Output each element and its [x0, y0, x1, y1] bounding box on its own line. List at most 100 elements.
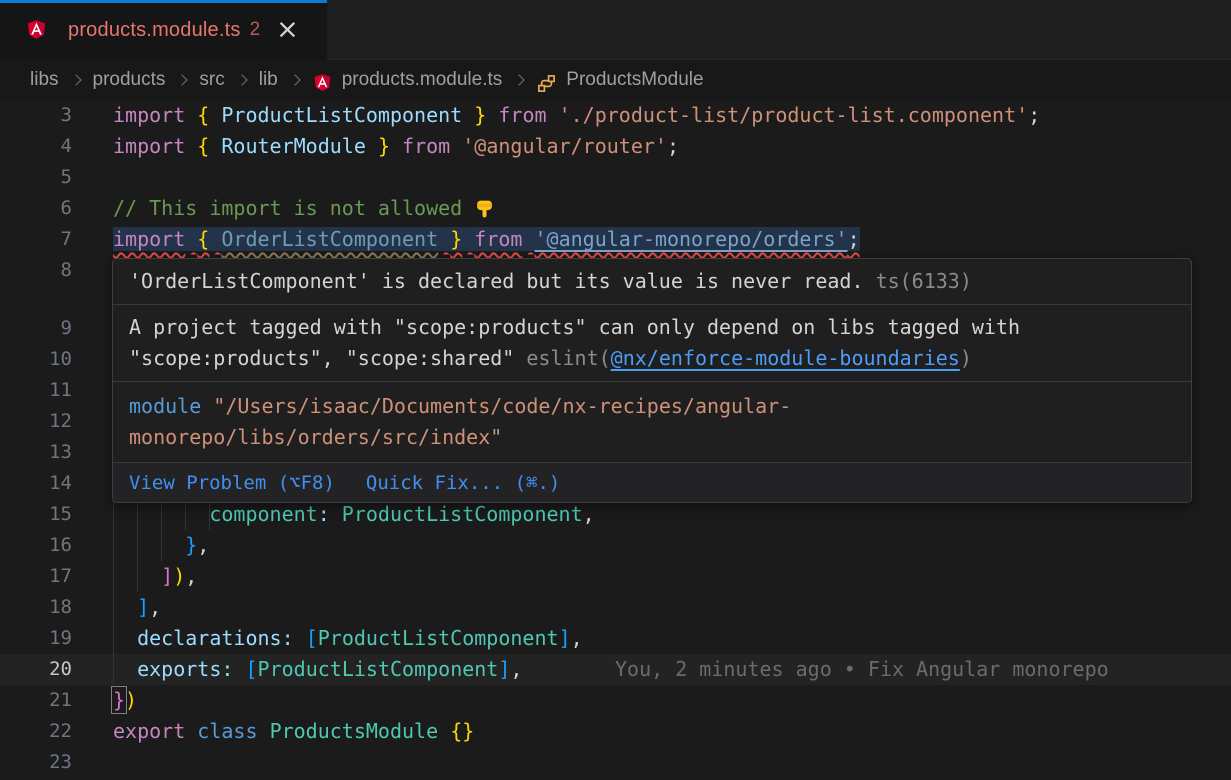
code-token: ,: [149, 595, 161, 619]
code-line-23[interactable]: 23: [0, 747, 1231, 778]
view-problem-link[interactable]: View Problem (⌥F8): [129, 472, 335, 494]
code-token: ]: [498, 657, 510, 681]
code-token: import: [113, 103, 185, 127]
code-token: './product-list/product-list.component': [559, 103, 1029, 127]
code-token: [233, 657, 245, 681]
line-number: 3: [0, 100, 72, 131]
angular-icon: [312, 73, 333, 94]
code-line-20[interactable]: 20 exports: [ProductListComponent],You, …: [0, 654, 1231, 685]
code-line-18[interactable]: 18 ],: [0, 592, 1231, 623]
code-token: [486, 103, 498, 127]
line-number: 21: [0, 685, 72, 716]
code-editor: 3 import { ProductListComponent } from '.…: [0, 100, 1231, 780]
tab-title: products.module.ts: [68, 19, 241, 42]
code-line-4[interactable]: 4import { RouterModule } from '@angular/…: [0, 131, 1231, 162]
tab-products-module[interactable]: products.module.ts 2 ×: [0, 0, 327, 60]
active-tab-indicator: [0, 0, 327, 3]
indent-guide: [137, 499, 138, 530]
hover-text: ): [960, 346, 972, 370]
indent-guide: [113, 499, 114, 530]
line-number: 9: [0, 313, 72, 344]
code-token: RouterModule: [221, 134, 366, 158]
module-link-text[interactable]: '@angular-monorepo/orders': [535, 227, 848, 251]
code-token: [462, 227, 474, 251]
breadcrumb-item-lib[interactable]: lib: [259, 69, 278, 91]
line-number: 19: [0, 623, 72, 654]
line-number: 20: [0, 654, 72, 685]
indent-guide: [113, 530, 114, 561]
code-line-16[interactable]: 16 },: [0, 530, 1231, 561]
code-token: declarations: [137, 626, 282, 650]
chevron-right-icon: [289, 74, 300, 85]
eslint-rule-link[interactable]: @nx/enforce-module-boundaries: [611, 346, 960, 370]
code-line-15[interactable]: 15 component: ProductListComponent,: [0, 499, 1231, 530]
code-token: ProductsModule: [270, 719, 439, 743]
tab-error-count-badge: 2: [250, 19, 261, 41]
code-token: [: [245, 657, 257, 681]
code-token: from: [474, 227, 522, 251]
breadcrumb-item-libs[interactable]: libs: [30, 69, 59, 91]
code-token: [366, 134, 378, 158]
indent-guide: [113, 654, 114, 685]
code-token: ,: [185, 564, 197, 588]
code-token: [185, 134, 197, 158]
code-token: {: [197, 103, 209, 127]
indent-guide: [137, 561, 138, 592]
code-token: import: [113, 227, 185, 251]
line-number: 6: [0, 193, 72, 224]
tab-bar: products.module.ts 2 ×: [0, 0, 1231, 60]
indent-guide: [137, 530, 138, 561]
code-token: ProductListComponent: [342, 502, 583, 526]
code-line-5[interactable]: 5: [0, 162, 1231, 193]
chevron-right-icon: [236, 74, 247, 85]
chevron-right-icon: [514, 74, 525, 85]
error-highlight-range: import { OrderListComponent } from '@ang…: [113, 227, 860, 251]
code-token: from: [402, 134, 450, 158]
code-token: ;: [667, 134, 679, 158]
code-line-17[interactable]: 17 ]),: [0, 561, 1231, 592]
pointing-down-emoji-icon: [474, 196, 495, 220]
code-token: ]: [161, 564, 173, 588]
hover-text: ts(6133): [876, 269, 972, 293]
code-token: [209, 134, 221, 158]
close-icon[interactable]: ×: [276, 20, 299, 40]
code-token: [258, 719, 270, 743]
code-line-21[interactable]: 21}): [0, 685, 1231, 716]
code-line-7[interactable]: 7 import { OrderListComponent } from '@an…: [0, 224, 1231, 255]
breadcrumb-item-src[interactable]: src: [199, 69, 224, 91]
chevron-right-icon: [70, 74, 81, 85]
code-line-3[interactable]: 3import { ProductListComponent } from '.…: [0, 100, 1231, 131]
code-token: ;: [848, 227, 860, 251]
breadcrumb-item-products[interactable]: products: [93, 69, 166, 91]
code-token: [113, 657, 137, 681]
code-token: ,: [571, 626, 583, 650]
breadcrumb-item-file[interactable]: products.module.ts: [342, 69, 503, 91]
code-token: [438, 227, 450, 251]
line-number: 8: [0, 255, 72, 286]
line-number: 13: [0, 437, 72, 468]
code-token: '@angular/router': [462, 134, 667, 158]
code-line-22[interactable]: 22export class ProductsModule {}: [0, 716, 1231, 747]
indent-guide: [161, 530, 162, 561]
indent-guide: [161, 499, 162, 530]
hover-text: [864, 269, 876, 293]
quick-fix-link[interactable]: Quick Fix... (⌘.): [366, 472, 560, 494]
line-number: 4: [0, 131, 72, 162]
code-token: ProductListComponent: [221, 103, 462, 127]
line-number: 5: [0, 162, 72, 193]
line-number: 7: [0, 224, 72, 255]
code-line-19[interactable]: 19 declarations: [ProductListComponent],: [0, 623, 1231, 654]
diagnostic-hover-popup: 'OrderListComponent' is declared but its…: [112, 258, 1192, 503]
code-token: }: [113, 688, 125, 712]
breadcrumb-item-symbol[interactable]: ProductsModule: [566, 69, 703, 91]
code-token: :: [318, 502, 330, 526]
code-token: {: [197, 227, 209, 251]
hover-text: eslint(: [526, 346, 610, 370]
code-line-6[interactable]: 6// This import is not allowed: [0, 193, 1231, 224]
code-token: [462, 103, 474, 127]
code-token: [113, 533, 185, 557]
code-token: ProductListComponent: [258, 657, 499, 681]
code-token: class: [197, 719, 257, 743]
hover-text: "/Users/isaac/Documents/code/nx-recipes/…: [213, 394, 791, 418]
code-token: [522, 227, 534, 251]
